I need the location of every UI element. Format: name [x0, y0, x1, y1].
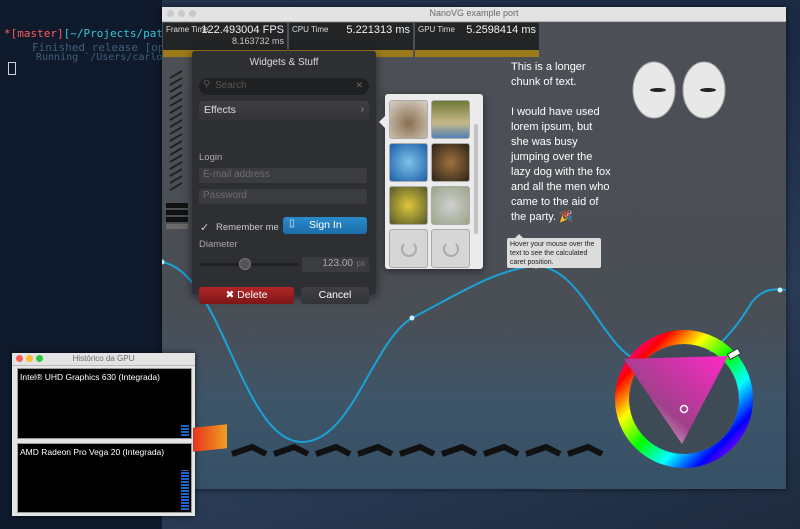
terminal-cursor [8, 62, 16, 75]
spinner-icon [401, 241, 417, 257]
orange-shape [193, 424, 227, 452]
password-placeholder: Password [203, 190, 247, 201]
diameter-number-field[interactable]: 123.00 px [302, 257, 369, 272]
thumbnail-hedgehog[interactable] [389, 100, 428, 139]
delete-label: ✖ Delete [225, 289, 268, 301]
thumbnail-deer[interactable] [431, 143, 470, 182]
popup-scrollbar[interactable] [474, 124, 478, 234]
gpu-window-title: Histórico da GPU [72, 354, 135, 363]
curve-point [409, 315, 415, 321]
curve-point [162, 259, 165, 265]
gpu-time-graph: GPU Time 5.2598414 ms [415, 23, 539, 57]
effects-dropdown[interactable]: Effects › [199, 101, 369, 120]
search-icon: ⚲ [203, 79, 211, 90]
cancel-button[interactable]: Cancel [301, 287, 369, 304]
sign-in-button[interactable]: ▯ Sign In [283, 217, 367, 234]
checkmark-icon: ✓ [200, 222, 210, 234]
gpu-usage-bars [181, 470, 189, 510]
diameter-value: 123.00 [322, 258, 353, 269]
clear-icon[interactable]: ✕ [355, 80, 363, 91]
gpu-graph-intel: Intel® UHD Graphics 630 (Integrada) [17, 368, 192, 439]
delete-text: Delete [237, 289, 268, 301]
effects-label: Effects [204, 104, 236, 116]
thumbnail-loading[interactable] [389, 229, 428, 268]
login-label: Login [199, 152, 223, 163]
caret-tooltip: Hover your mouse over the text to see th… [507, 234, 601, 268]
terminal-line-3: Running `/Users/carlos/ [36, 52, 175, 63]
terminal-branch: [master] [10, 27, 64, 40]
eyes-widget [632, 61, 726, 119]
popup-arrow [379, 116, 385, 128]
diameter-unit: px [356, 259, 365, 268]
search-input[interactable]: ⚲ Search ✕ [199, 78, 369, 95]
graph-value: 122.493004 FPS [201, 24, 284, 36]
email-field[interactable]: E-mail address [199, 168, 367, 183]
window-title: NanoVG example port [429, 8, 519, 18]
email-placeholder: E-mail address [203, 169, 270, 180]
password-field[interactable]: Password [199, 189, 367, 204]
gpu-name: AMD Radeon Pro Vega 20 (Integrada) [20, 447, 165, 457]
curve-point [777, 287, 783, 293]
render-canvas[interactable]: Frame Time 122.493004 FPS 8.163732 ms CP… [162, 22, 786, 489]
nanovg-window[interactable]: NanoVG example port Frame Time 122.49300… [162, 7, 786, 489]
graph-value: 5.221313 ms [346, 24, 410, 36]
widgets-panel: Widgets & Stuff ⚲ Search ✕ Effects › Log… [192, 51, 376, 304]
sign-in-label: Sign In [309, 219, 342, 231]
stacked-bars [166, 203, 188, 229]
gpu-name: Intel® UHD Graphics 630 (Integrada) [20, 372, 160, 382]
thumbnail-animal[interactable] [431, 186, 470, 225]
paragraph-text: This is a longer chunk of text. I would … [511, 61, 611, 223]
graph-subvalue: 8.163732 ms [231, 36, 284, 46]
cancel-label: Cancel [318, 289, 352, 301]
thumbnail-hedgehog-2[interactable] [431, 100, 470, 139]
gpu-graph-amd: AMD Radeon Pro Vega 20 (Integrada) [17, 443, 192, 513]
window-titlebar[interactable]: NanoVG example port [162, 7, 786, 22]
graph-bar [415, 50, 539, 57]
thumbnail-bird[interactable] [389, 143, 428, 182]
chevron-right-icon: › [360, 104, 364, 115]
diameter-slider[interactable] [199, 258, 299, 270]
delete-button[interactable]: ✖ Delete [199, 287, 294, 304]
color-wheel[interactable] [615, 330, 753, 468]
graph-value: 5.2598414 ms [466, 24, 536, 36]
thumbnail-loading[interactable] [431, 229, 470, 268]
remember-me-label: Remember me [216, 222, 279, 233]
text-paragraph: This is a longer chunk of text. I would … [511, 60, 611, 225]
gpu-history-window[interactable]: Histórico da GPU Intel® UHD Graphics 630… [12, 353, 195, 516]
panel-title: Widgets & Stuff [249, 57, 319, 68]
diameter-label: Diameter [199, 239, 238, 250]
slider-knob[interactable] [239, 258, 251, 270]
gpu-usage-bars [181, 424, 189, 436]
thumbnail-ducklings[interactable] [389, 186, 428, 225]
terminal-star: * [4, 27, 11, 40]
search-placeholder: Search [215, 80, 247, 91]
graph-name: GPU Time [418, 25, 455, 34]
line-joins-demo [231, 443, 604, 457]
graph-name: CPU Time [292, 25, 329, 34]
gpu-titlebar[interactable]: Histórico da GPU [12, 353, 195, 366]
spinner-icon [443, 241, 459, 257]
phone-icon: ▯ [289, 218, 295, 229]
scrollbar-stripes [169, 70, 183, 191]
image-thumbnails-popup [379, 94, 483, 269]
